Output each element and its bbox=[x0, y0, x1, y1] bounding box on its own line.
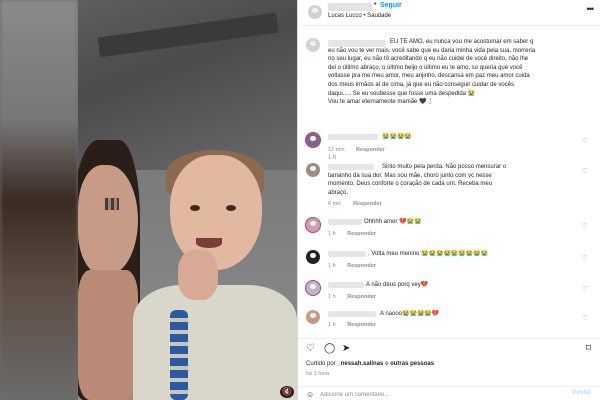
author-avatar[interactable] bbox=[306, 38, 320, 52]
post-comment-button[interactable]: Postar bbox=[572, 390, 591, 396]
comment-time: 1 h bbox=[328, 294, 336, 300]
child-shirt bbox=[133, 285, 297, 400]
pixelated-eye bbox=[105, 198, 119, 210]
like-comment-icon[interactable]: ♡ bbox=[582, 314, 588, 322]
post-actions: ♡ ◯ ➤ ⌑ Curtido por _nessah.salinas e ou… bbox=[298, 338, 600, 400]
comment-meta: 12 min Responder bbox=[328, 147, 395, 153]
comment-time: 12 min bbox=[328, 147, 345, 153]
comment-time: 1 h bbox=[328, 263, 336, 269]
reply-button[interactable]: Responder bbox=[356, 147, 385, 153]
commenter-avatar[interactable] bbox=[306, 250, 320, 264]
like-icon[interactable]: ♡ bbox=[306, 343, 315, 354]
comment-meta: 6 min Responder bbox=[328, 201, 392, 207]
follow-button[interactable]: Seguir bbox=[380, 2, 402, 9]
mute-icon[interactable]: 🔇 bbox=[280, 386, 294, 398]
commenter-avatar[interactable] bbox=[306, 133, 320, 147]
child-eye bbox=[226, 205, 236, 211]
caption-text: EU TE AMO, eu nunca vou me acostumar em … bbox=[328, 39, 536, 106]
commenter-username-redacted[interactable] bbox=[328, 282, 364, 288]
commenter-username-redacted[interactable] bbox=[328, 219, 362, 225]
comment-text: . Volta meu menino 😭😭😭😭😭😭😭😭😭 bbox=[368, 251, 489, 257]
reply-button[interactable]: Responder bbox=[347, 322, 376, 328]
comment-text: A naooo😭😭😭😭💔 bbox=[380, 311, 440, 317]
adult-face bbox=[78, 165, 138, 275]
bookmark-icon[interactable]: ⌑ bbox=[586, 343, 591, 354]
like-comment-icon[interactable]: ♡ bbox=[582, 254, 588, 262]
comment-text: 😭😭😭😭 bbox=[382, 134, 412, 140]
comment-text: A não deus porq vey💔 bbox=[366, 282, 429, 288]
like-comment-icon[interactable]: ♡ bbox=[582, 285, 588, 293]
author-username-redacted[interactable] bbox=[328, 3, 372, 11]
liked-by-conjunction: e bbox=[385, 361, 389, 367]
child-eye bbox=[190, 205, 200, 211]
liked-by-user[interactable]: _nessah.salinas bbox=[337, 361, 383, 367]
add-comment-bar: ☺ Postar bbox=[298, 386, 600, 400]
commenter-username-redacted[interactable] bbox=[328, 134, 378, 140]
post-panel: • Seguir Lucas Lucco • Saudade ••• EU TE… bbox=[297, 0, 600, 400]
liked-by-prefix: Curtido por bbox=[306, 361, 336, 367]
media-blurred-side bbox=[0, 0, 78, 400]
adult-arm bbox=[78, 270, 138, 400]
emoji-icon[interactable]: ☺ bbox=[306, 390, 314, 399]
share-icon[interactable]: ➤ bbox=[342, 343, 350, 354]
author-avatar[interactable] bbox=[308, 5, 322, 19]
comment-input[interactable] bbox=[320, 389, 540, 400]
audio-label[interactable]: Lucas Lucco • Saudade bbox=[328, 13, 391, 19]
liked-by-others[interactable]: outras pessoas bbox=[390, 361, 434, 367]
comment-time: 1 h bbox=[328, 231, 336, 237]
child-mouth bbox=[196, 238, 222, 248]
liked-by-summary: Curtido por _nessah.salinas e outras pes… bbox=[306, 361, 434, 367]
like-comment-icon[interactable]: ♡ bbox=[582, 137, 588, 145]
commenter-avatar[interactable] bbox=[306, 218, 320, 232]
comment-meta: 1 h Responder bbox=[328, 294, 386, 300]
post-time: há 1 hora bbox=[306, 371, 330, 377]
post-header: • Seguir Lucas Lucco • Saudade ••• bbox=[298, 0, 600, 26]
commenter-avatar[interactable] bbox=[306, 310, 320, 324]
commenter-avatar[interactable] bbox=[306, 281, 320, 295]
separator-dot: • bbox=[374, 1, 377, 8]
comment-meta: 1 h Responder bbox=[328, 231, 386, 237]
comment-meta: 1 h Responder bbox=[328, 263, 386, 269]
reply-button[interactable]: Responder bbox=[347, 294, 376, 300]
shirt-stripe bbox=[170, 310, 188, 400]
commenter-username-redacted[interactable] bbox=[328, 311, 376, 317]
reply-button[interactable]: Responder bbox=[347, 263, 376, 269]
like-comment-icon[interactable]: ♡ bbox=[582, 167, 588, 175]
reply-button[interactable]: Responder bbox=[353, 201, 382, 207]
comment-time: 6 min bbox=[328, 201, 342, 207]
comment-text: Ohhhh amor 💔😭😭 bbox=[364, 219, 422, 225]
reply-button[interactable]: Responder bbox=[347, 231, 376, 237]
commenter-username-redacted[interactable] bbox=[328, 251, 366, 257]
comment-icon[interactable]: ◯ bbox=[324, 343, 335, 354]
commenter-avatar[interactable] bbox=[306, 163, 320, 177]
comment-meta: 1 h Responder bbox=[328, 322, 386, 328]
post-media[interactable]: 🔇 bbox=[0, 0, 297, 400]
more-options-icon[interactable]: ••• bbox=[587, 4, 595, 14]
child-hand bbox=[178, 250, 218, 300]
caption-time: 1 h bbox=[328, 155, 337, 161]
comment-time: 1 h bbox=[328, 322, 336, 328]
like-comment-icon[interactable]: ♡ bbox=[582, 222, 588, 230]
post-photo bbox=[78, 0, 297, 400]
comment-text: Sinto muito pela perda. Não posso mensur… bbox=[328, 164, 507, 196]
